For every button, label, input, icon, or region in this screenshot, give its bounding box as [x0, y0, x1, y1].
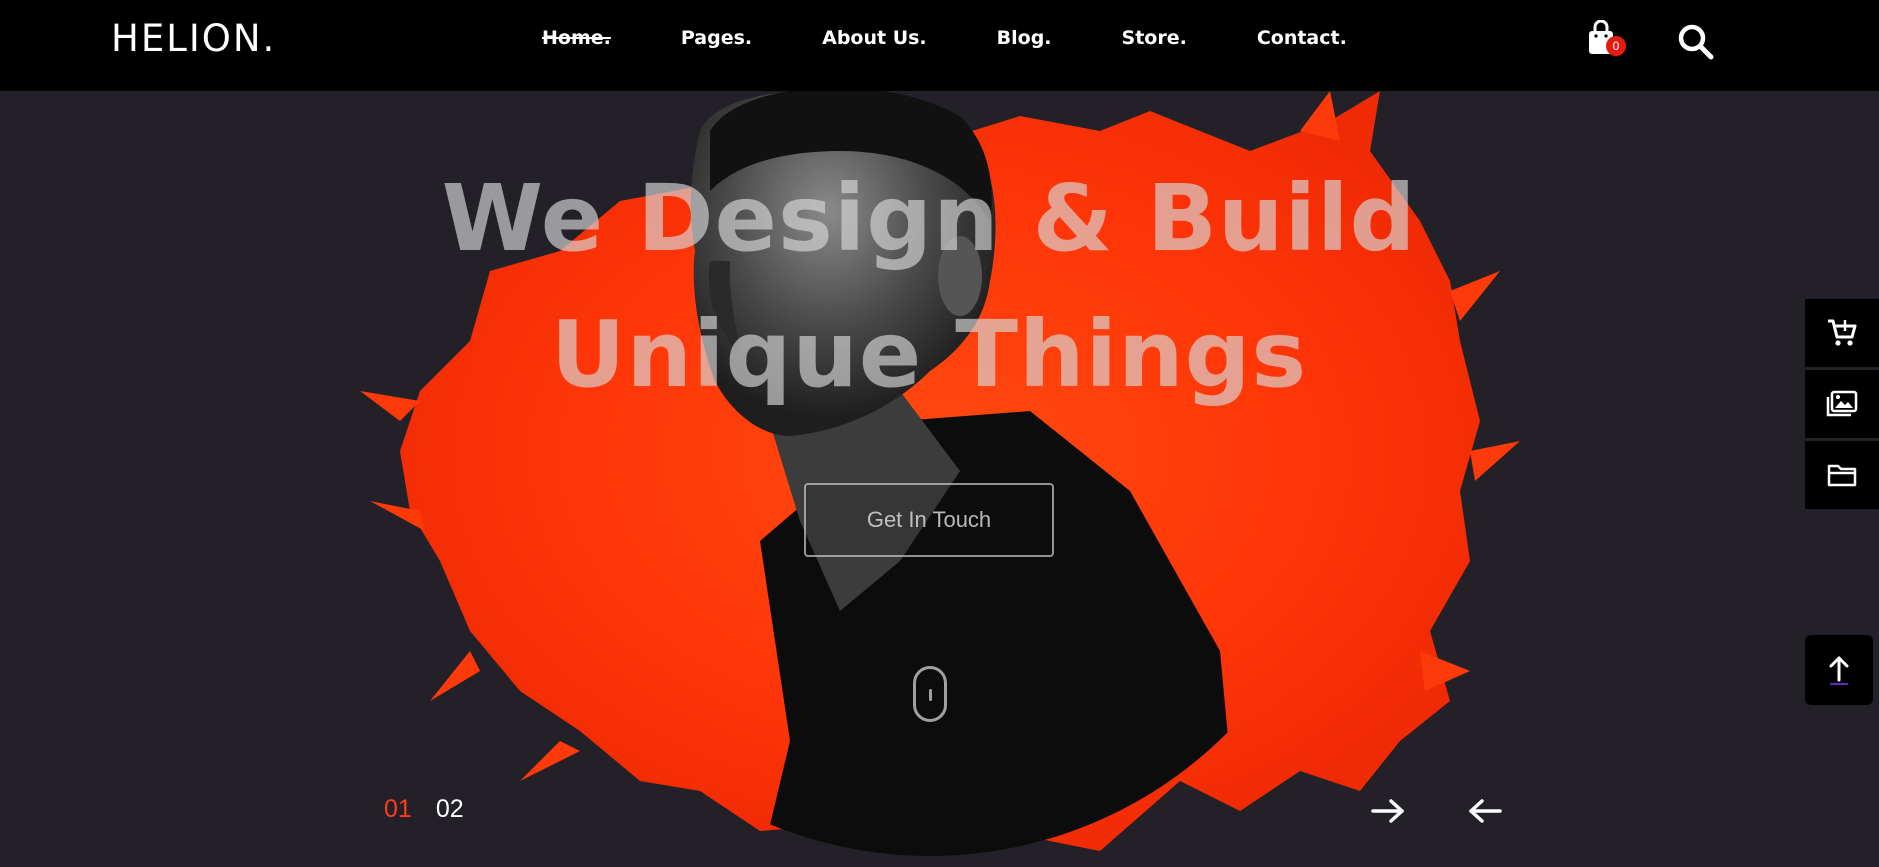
cart-button[interactable]: 0	[1586, 19, 1626, 62]
mouse-scroll-icon[interactable]	[913, 666, 947, 722]
next-slide-button[interactable]	[1370, 797, 1406, 825]
brand-logo[interactable]: HELION.	[111, 17, 276, 61]
cart-count-badge: 0	[1606, 36, 1626, 56]
nav-item-about-us[interactable]: About Us.	[822, 25, 927, 51]
hero-slider: We Design & Build Unique Things Get In T…	[0, 91, 1879, 867]
dock-gallery-button[interactable]	[1805, 370, 1879, 438]
slide-pagination: 01 02	[384, 794, 464, 824]
search-button[interactable]	[1676, 22, 1716, 62]
arrow-right-icon	[1371, 799, 1404, 823]
nav-item-store[interactable]: Store.	[1122, 25, 1187, 51]
prev-slide-button[interactable]	[1467, 797, 1503, 825]
page: HELION. Home. Pages. About Us. Blog. Sto…	[0, 0, 1879, 867]
images-icon	[1826, 390, 1858, 417]
dock-folder-button[interactable]	[1805, 441, 1879, 509]
hero-title-line-2: Unique Things	[550, 301, 1308, 408]
cart-icon	[1828, 319, 1857, 346]
dock-cart-button[interactable]	[1805, 299, 1879, 367]
back-to-top-button[interactable]	[1805, 635, 1873, 705]
nav-item-blog[interactable]: Blog.	[997, 25, 1052, 51]
nav-item-pages[interactable]: Pages.	[681, 25, 752, 51]
hero-title-line-1: We Design & Build	[441, 165, 1417, 272]
arrow-left-icon	[1469, 799, 1502, 823]
nav-item-home[interactable]: Home.	[542, 25, 611, 51]
nav-item-contact[interactable]: Contact.	[1257, 25, 1347, 51]
search-icon	[1678, 24, 1714, 60]
slide-number-next[interactable]: 02	[436, 794, 464, 824]
get-in-touch-button[interactable]: Get In Touch	[804, 483, 1054, 557]
main-nav: Home. Pages. About Us. Blog. Store. Cont…	[542, 25, 1347, 51]
side-dock	[1805, 299, 1879, 512]
folder-icon	[1827, 464, 1857, 487]
arrow-up-icon	[1829, 656, 1849, 685]
top-navbar: HELION. Home. Pages. About Us. Blog. Sto…	[0, 0, 1879, 91]
slide-number-current[interactable]: 01	[384, 794, 412, 824]
hero-title: We Design & Build Unique Things	[0, 151, 1858, 423]
